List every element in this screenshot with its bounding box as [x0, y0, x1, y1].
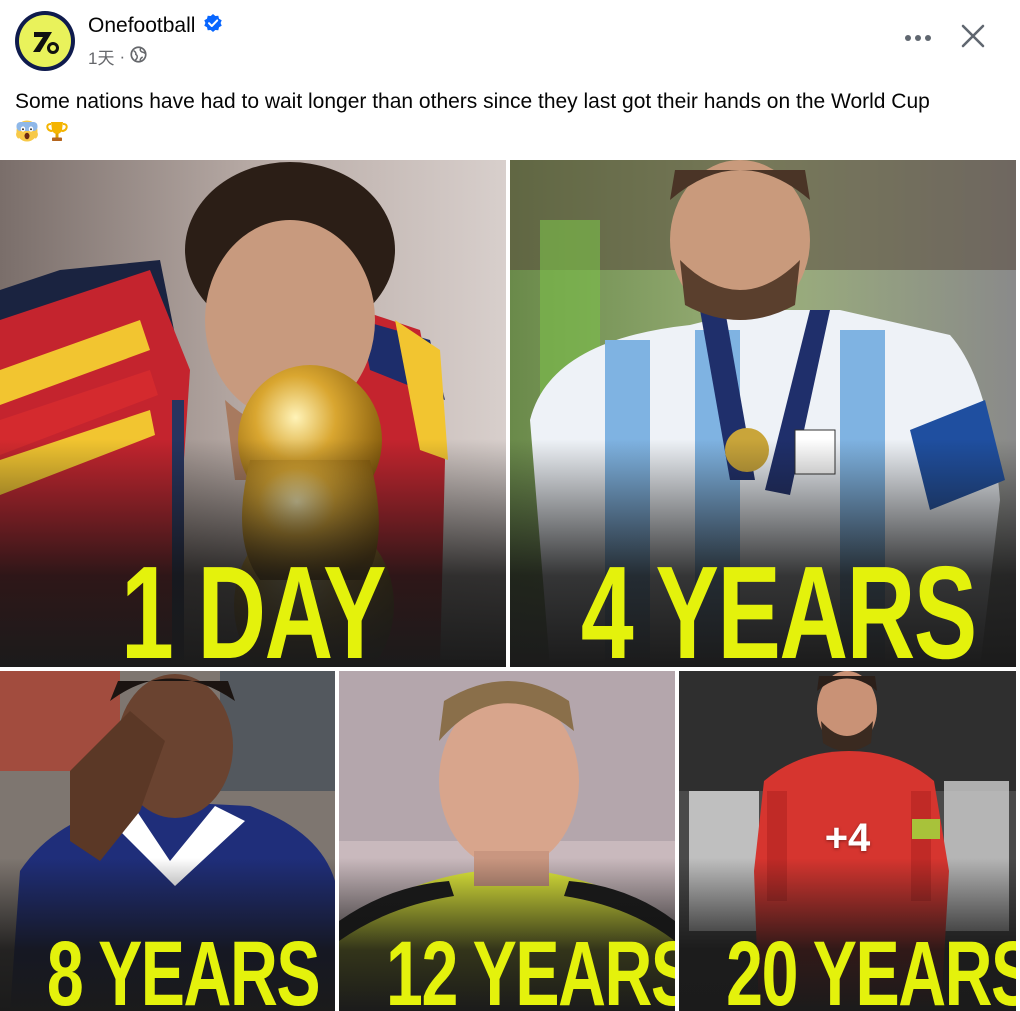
author-row: Onefootball — [88, 13, 223, 38]
verified-badge-icon — [203, 13, 223, 38]
wait-label: 20 YEARS — [726, 923, 1016, 1011]
photo-tile-1[interactable]: 1 DAY — [0, 160, 506, 667]
scream-emoji-icon — [15, 119, 39, 152]
page-name[interactable]: Onefootball — [88, 14, 195, 38]
close-icon — [961, 24, 985, 53]
caption-text: Some nations have had to wait longer tha… — [15, 90, 930, 113]
post-caption: Some nations have had to wait longer tha… — [15, 86, 1010, 152]
post-timestamp[interactable]: 1天 — [88, 44, 114, 69]
post-meta: 1天 · — [88, 44, 147, 69]
photo-tile-3[interactable]: 8 YEARS — [0, 671, 335, 1011]
wait-label: 4 YEARS — [580, 539, 977, 668]
meta-separator: · — [119, 46, 126, 66]
close-button[interactable] — [955, 20, 991, 56]
more-options-button[interactable] — [900, 20, 936, 56]
globe-icon — [130, 45, 147, 68]
caption-emoji-row — [15, 119, 1010, 152]
onefootball-logo-icon — [19, 15, 71, 67]
photo-tile-2[interactable]: 4 YEARS — [510, 160, 1016, 667]
wait-label: 8 YEARS — [46, 923, 321, 1011]
photo-tile-4[interactable]: 12 YEARS — [339, 671, 675, 1011]
photo-tile-5[interactable]: +4 20 YEARS — [679, 671, 1016, 1011]
page-avatar[interactable] — [15, 11, 75, 71]
more-photos-count: +4 — [824, 816, 871, 860]
wait-label: 12 YEARS — [386, 923, 675, 1011]
wait-label: 1 DAY — [120, 539, 386, 668]
trophy-emoji-icon — [45, 119, 69, 152]
more-options-icon — [904, 29, 932, 47]
post-header: Onefootball 1天 · — [0, 0, 1020, 80]
post-card: Onefootball 1天 · Some nations have had t… — [0, 0, 1020, 1011]
